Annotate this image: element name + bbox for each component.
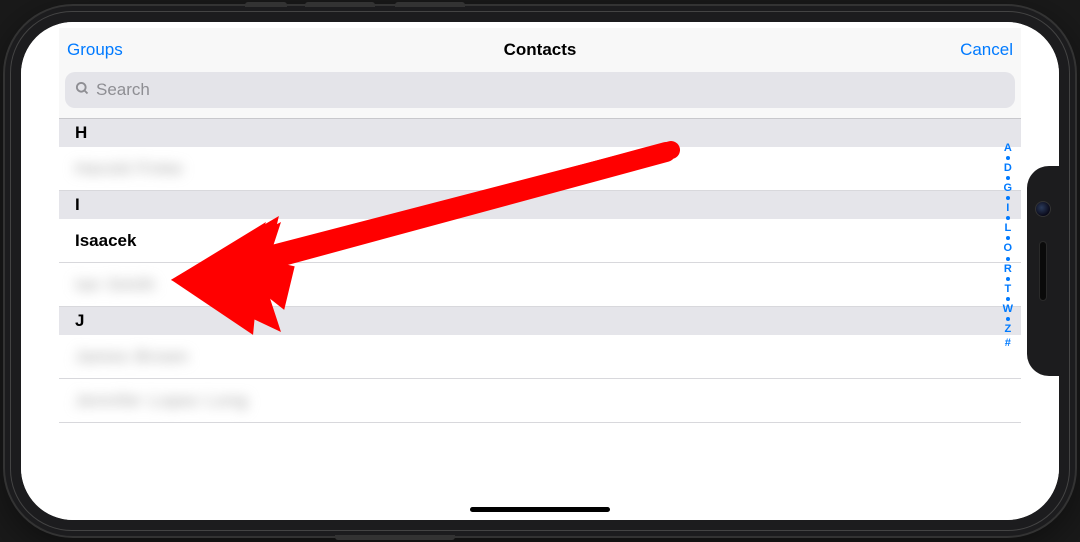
home-indicator[interactable] [470,507,610,512]
contacts-app: Groups Contacts Cancel H Harold Finke [21,22,1059,520]
index-dot[interactable] [1006,257,1010,261]
page-title: Contacts [504,40,577,60]
index-dot[interactable] [1006,277,1010,281]
physical-button [395,2,465,7]
index-dot[interactable] [1006,196,1010,200]
index-letter[interactable]: G [1004,182,1013,194]
physical-button [335,535,455,540]
index-dot[interactable] [1006,297,1010,301]
index-letter[interactable]: O [1004,242,1013,254]
contact-name: Ian Smith [75,275,156,295]
contact-name: James Brown [75,347,189,367]
index-letter[interactable]: R [1004,263,1012,275]
alpha-index-bar[interactable]: A D G I L O R T W Z # [1003,142,1013,349]
index-dot[interactable] [1006,236,1010,240]
contact-row[interactable]: Harold Finke [59,147,1021,191]
phone-frame: Groups Contacts Cancel H Harold Finke [5,6,1075,536]
contact-name: Isaacek [75,231,136,251]
physical-button [305,2,375,7]
index-dot[interactable] [1006,317,1010,321]
section-header-i: I [59,191,1021,219]
contact-row-isaacek[interactable]: Isaacek [59,219,1021,263]
section-header-j: J [59,307,1021,335]
index-letter[interactable]: D [1004,162,1012,174]
search-wrap [59,72,1021,119]
contact-row[interactable]: James Brown [59,335,1021,379]
index-dot[interactable] [1006,216,1010,220]
screen: Groups Contacts Cancel H Harold Finke [21,22,1059,520]
index-dot[interactable] [1006,156,1010,160]
navigation-bar: Groups Contacts Cancel [59,28,1021,72]
contact-row[interactable]: Jennifer Lopez Long [59,379,1021,423]
index-letter[interactable]: W [1003,303,1013,315]
contact-name: Jennifer Lopez Long [75,391,248,411]
index-letter[interactable]: I [1006,202,1009,214]
contacts-list[interactable]: H Harold Finke I Isaacek Ian Smith J Jam… [59,119,1021,423]
speaker [1039,241,1047,301]
contact-name: Harold Finke [75,159,183,179]
index-letter[interactable]: Z [1004,323,1011,335]
index-letter[interactable]: # [1005,337,1011,349]
camera [1035,201,1051,217]
search-icon [75,81,90,100]
cancel-button[interactable]: Cancel [933,40,1013,60]
section-header-h: H [59,119,1021,147]
groups-button[interactable]: Groups [67,40,147,60]
search-bar[interactable] [65,72,1015,108]
index-dot[interactable] [1006,176,1010,180]
index-letter[interactable]: A [1004,142,1012,154]
search-input[interactable] [96,80,1005,100]
index-letter[interactable]: L [1004,222,1011,234]
notch [1027,166,1059,376]
physical-button [245,2,287,7]
contact-row[interactable]: Ian Smith [59,263,1021,307]
index-letter[interactable]: T [1004,283,1011,295]
